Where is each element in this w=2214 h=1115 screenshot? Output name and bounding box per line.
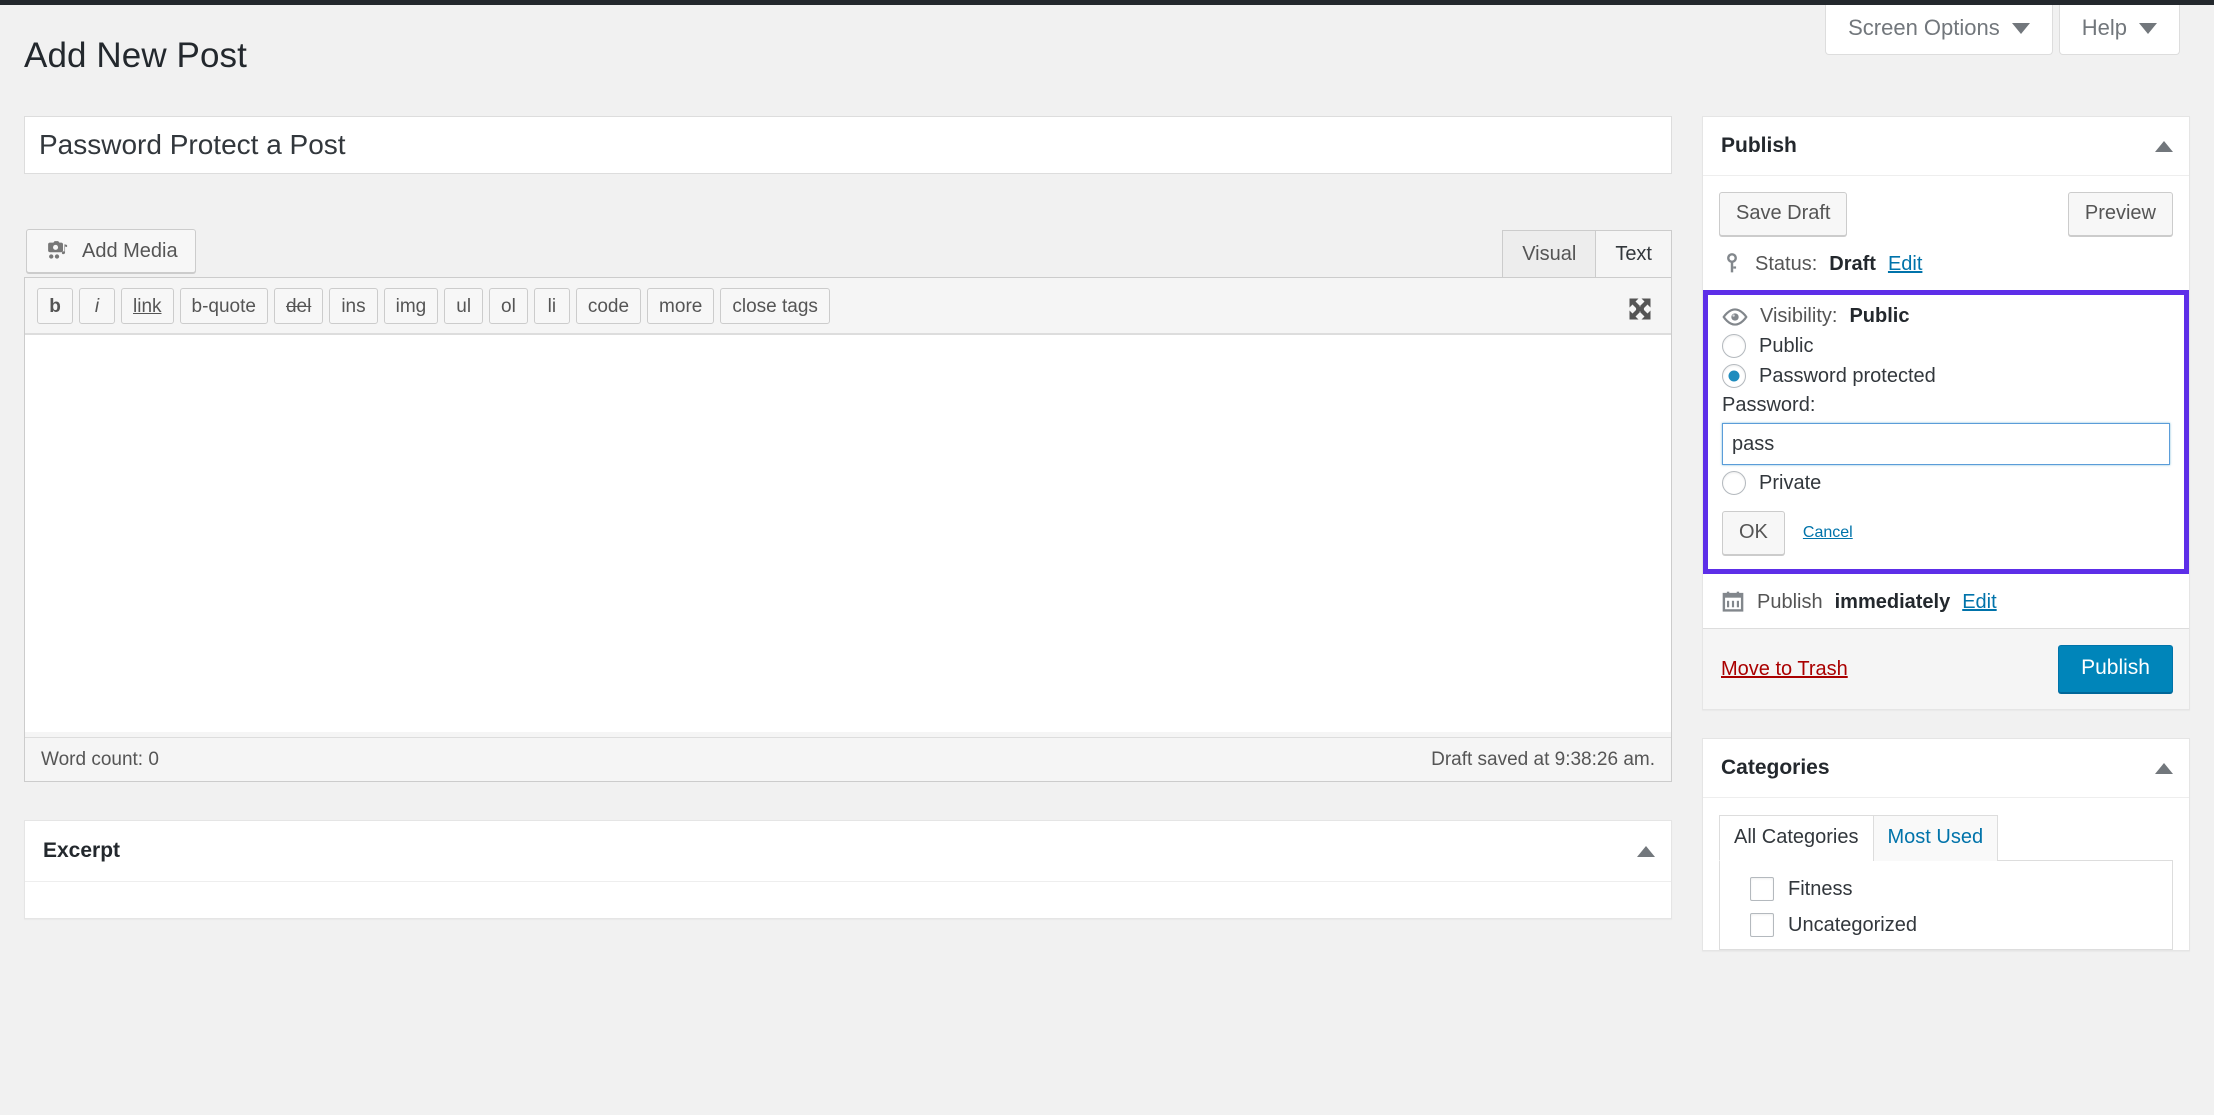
quicktags-toolbar: b i link b-quote del ins img ul ol li code more clos… [25, 278, 1671, 334]
quicktag-img[interactable]: img [383, 288, 439, 324]
quicktag-b[interactable]: b [37, 288, 73, 324]
quicktag-b-quote[interactable]: b-quote [179, 288, 268, 324]
status-prefix: Status: [1755, 252, 1818, 275]
schedule-prefix: Publish [1757, 590, 1823, 613]
tab-visual[interactable]: Visual [1502, 230, 1597, 279]
quicktag-more[interactable]: more [647, 288, 715, 324]
visibility-cancel-link[interactable]: Cancel [1803, 524, 1853, 542]
quicktag-ul[interactable]: ul [444, 288, 484, 324]
publish-header[interactable]: Publish [1703, 117, 2189, 176]
excerpt-header[interactable]: Excerpt [25, 821, 1671, 882]
publish-postbox: Publish Save Draft Preview Status: Draft… [1702, 116, 2190, 710]
checkbox-fitness[interactable] [1750, 877, 1774, 901]
category-item-uncategorized[interactable]: Uncategorized [1750, 913, 2172, 937]
chevron-up-icon[interactable] [2155, 762, 2173, 774]
quicktag-link[interactable]: link [121, 288, 174, 324]
visibility-highlight-box: Visibility: Public Public Password prote… [1703, 290, 2189, 574]
screen-options-button[interactable]: Screen Options [1825, 5, 2053, 55]
editor-status-bar: Word count: 0 Draft saved at 9:38:26 am. [25, 737, 1671, 781]
visibility-value: Public [1849, 305, 1910, 327]
category-label-uncategorized: Uncategorized [1788, 913, 1917, 936]
categories-tabs: All Categories Most Used [1719, 814, 2173, 861]
quicktag-del[interactable]: del [273, 288, 324, 324]
excerpt-title: Excerpt [43, 839, 121, 862]
tab-all-categories[interactable]: All Categories [1719, 815, 1874, 861]
visibility-prefix: Visibility: [1760, 305, 1838, 327]
status-edit-link[interactable]: Edit [1888, 253, 1922, 276]
chevron-down-icon [2011, 22, 2030, 34]
quicktag-close-tags[interactable]: close tags [720, 288, 830, 324]
categories-list: Fitness Uncategorized [1719, 861, 2173, 950]
draft-saved-status: Draft saved at 9:38:26 am. [1431, 748, 1655, 770]
category-item-fitness[interactable]: Fitness [1750, 877, 2172, 901]
visibility-row: Visibility: Public [1722, 305, 2170, 328]
eye-icon [1722, 307, 1748, 326]
media-icon [48, 241, 68, 259]
quicktag-ins[interactable]: ins [329, 288, 378, 324]
post-body: Add Media Visual Text bilinkb-quotedelin… [24, 116, 1672, 919]
categories-header[interactable]: Categories [1703, 739, 2189, 798]
post-title-input[interactable] [24, 116, 1672, 174]
visibility-confirm-row: OK Cancel [1722, 511, 2170, 555]
publish-actions-row: Save Draft Preview [1703, 176, 2189, 236]
radio-private[interactable] [1722, 471, 1746, 495]
quicktag-ol[interactable]: ol [489, 288, 528, 324]
help-button[interactable]: Help [2058, 5, 2180, 55]
excerpt-body [25, 882, 1671, 918]
radio-password-protected[interactable] [1722, 364, 1746, 388]
category-label-fitness: Fitness [1788, 877, 1853, 900]
status-row: Status: Draft Edit [1703, 236, 2189, 290]
schedule-value: immediately [1834, 590, 1951, 613]
add-media-button[interactable]: Add Media [26, 229, 196, 273]
word-count: Word count: 0 [41, 748, 159, 770]
checkbox-uncategorized[interactable] [1750, 913, 1774, 937]
preview-button[interactable]: Preview [2067, 192, 2173, 236]
fullscreen-icon[interactable] [1625, 294, 1655, 324]
radio-public[interactable] [1722, 334, 1746, 358]
categories-title: Categories [1721, 756, 1830, 779]
media-buttons-row: Add Media Visual Text [24, 229, 1672, 279]
tab-most-used[interactable]: Most Used [1872, 815, 1999, 861]
chevron-up-icon[interactable] [1637, 845, 1655, 857]
visibility-option-password[interactable]: Password protected [1722, 364, 2170, 388]
quicktag-code[interactable]: code [575, 288, 642, 324]
publish-footer: Move to Trash Publish [1703, 628, 2189, 709]
save-draft-button[interactable]: Save Draft [1719, 192, 1848, 236]
visibility-option-private[interactable]: Private [1722, 471, 2170, 495]
tab-text[interactable]: Text [1595, 230, 1672, 279]
visibility-option-password-label: Password protected [1759, 364, 1936, 387]
add-media-label: Add Media [82, 239, 178, 262]
chevron-up-icon[interactable] [2155, 140, 2173, 152]
schedule-row: Publish immediately Edit [1703, 574, 2189, 628]
screen-options-label: Screen Options [1848, 15, 2000, 40]
excerpt-postbox: Excerpt [24, 820, 1672, 919]
key-icon [1727, 253, 1737, 273]
publish-button[interactable]: Publish [2058, 645, 2173, 693]
post-content-textarea[interactable] [25, 334, 1671, 732]
categories-postbox: Categories All Categories Most Used Fitn… [1702, 738, 2190, 951]
quicktag-li[interactable]: li [533, 288, 570, 324]
password-label: Password: [1722, 394, 1816, 416]
visibility-ok-button[interactable]: OK [1722, 511, 1785, 555]
page-title: Add New Post [24, 36, 247, 75]
publish-title: Publish [1721, 134, 1797, 157]
help-label: Help [2081, 15, 2127, 40]
move-to-trash-link[interactable]: Move to Trash [1721, 658, 1848, 681]
quicktag-i[interactable]: i [79, 288, 115, 324]
visibility-option-private-label: Private [1759, 471, 1822, 494]
screen-meta-links: Screen Options Help [1825, 5, 2180, 55]
password-input[interactable] [1722, 423, 2170, 465]
calendar-icon [1722, 591, 1744, 612]
visibility-option-public-label: Public [1759, 334, 1814, 357]
editor-mode-tabs: Visual Text [1502, 230, 1672, 279]
editor-wrap: b i link b-quote del ins img ul ol li code more clos… [24, 277, 1672, 782]
chevron-down-icon [2139, 22, 2157, 34]
visibility-option-public[interactable]: Public [1722, 334, 2170, 358]
schedule-edit-link[interactable]: Edit [1962, 591, 1996, 614]
status-value: Draft [1829, 252, 1876, 275]
sidebar: Publish Save Draft Preview Status: Draft… [1702, 116, 2190, 979]
